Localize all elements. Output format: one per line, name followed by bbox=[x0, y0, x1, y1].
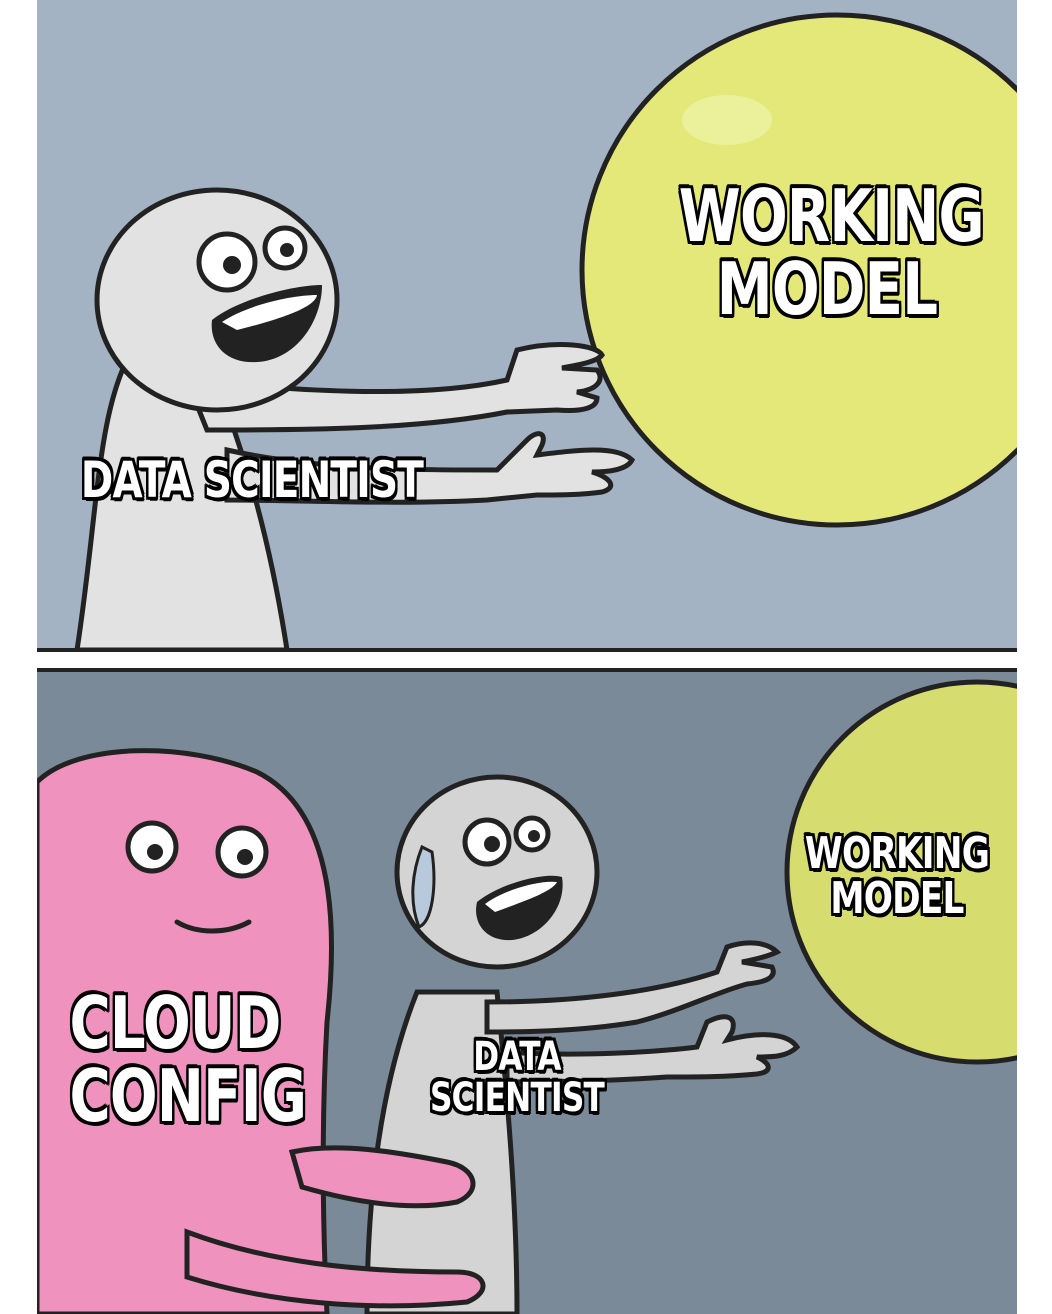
bottom-holder-caption: CLOUD CONFIG bbox=[69, 981, 307, 1139]
bottom-goal-caption: WORKING MODEL bbox=[804, 828, 990, 924]
bottom-runner-caption: DATA SCIENTIST bbox=[429, 1034, 605, 1121]
panel-divider bbox=[37, 648, 1017, 672]
meme-image: WORKING MODEL DATA SCIENTIST WORKING MOD… bbox=[0, 0, 1052, 1314]
top-goal-caption: WORKING MODEL bbox=[678, 174, 985, 332]
top-runner-caption: DATA SCIENTIST bbox=[80, 451, 424, 509]
bottom-panel: WORKING MODEL DATA SCIENTIST CLOUD CONFI… bbox=[37, 672, 1017, 1314]
top-panel: WORKING MODEL DATA SCIENTIST bbox=[37, 0, 1017, 650]
